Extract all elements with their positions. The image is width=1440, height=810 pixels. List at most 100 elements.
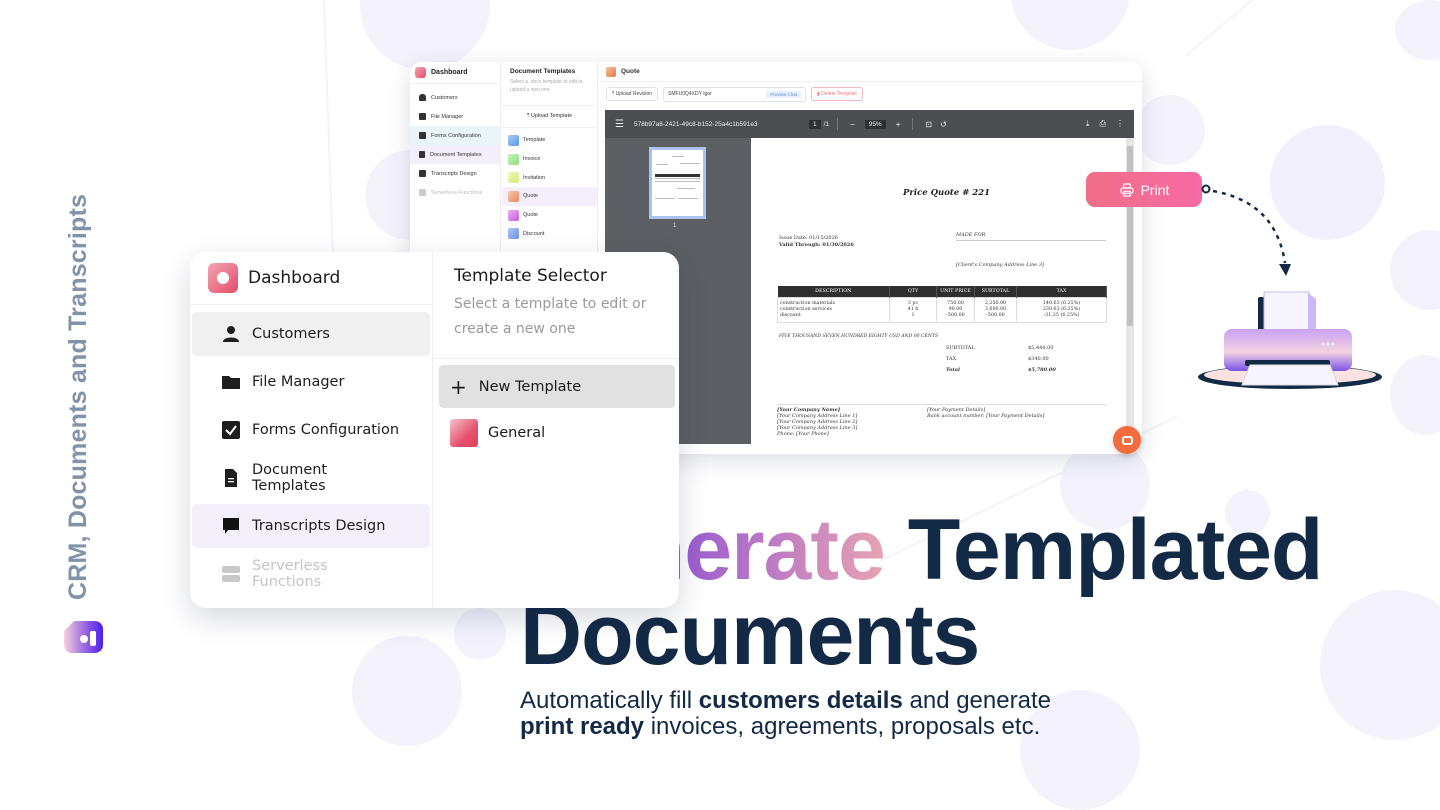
rotate-icon[interactable]: ↺	[940, 120, 947, 129]
plus-icon: +	[450, 374, 467, 399]
template-selector-subtitle: Select a template to edit or create a ne…	[454, 296, 647, 337]
quote-dates: Issue Date: 01/15/2026 Valid Through: 01…	[779, 235, 854, 248]
template-list-item-selected[interactable]: Quote	[502, 187, 597, 206]
sidebar-item-document-templates[interactable]: Document Templates	[192, 456, 430, 500]
bg-circle	[1395, 0, 1440, 60]
user-icon	[419, 94, 426, 101]
back-sidebar-item-transcripts-design[interactable]: Transcripts Design	[410, 164, 500, 183]
checkbox-icon	[419, 132, 426, 139]
template-swatch	[508, 134, 519, 146]
bg-circle	[352, 636, 462, 746]
template-list-item[interactable]: Template	[502, 131, 597, 150]
dashboard-header[interactable]: Dashboard	[190, 252, 432, 305]
pdf-toolbar: ☰ 578b97a8-2421-49c8-b152-25a4c1b591e3 1…	[605, 110, 1134, 138]
table-row: construction materials construction servi…	[777, 297, 1107, 323]
template-swatch	[450, 419, 478, 447]
dashboard-logo-icon	[208, 263, 238, 293]
sidebar-item-file-manager[interactable]: File Manager	[192, 360, 430, 404]
bg-line	[323, 0, 335, 260]
bg-circle	[1010, 0, 1130, 50]
chat-bubble-icon	[1121, 435, 1133, 445]
back-dashboard-header[interactable]: Dashboard	[410, 62, 500, 84]
zoom-in-icon[interactable]: +	[896, 120, 901, 129]
page-number-input[interactable]: 1	[808, 119, 821, 129]
summary-row: SUBTOTAL $5,440.00	[946, 345, 1054, 351]
back-sidebar-item-forms-configuration[interactable]: Forms Configuration	[410, 126, 500, 145]
back-sidebar-item-customers[interactable]: Customers	[410, 88, 500, 107]
divider	[837, 118, 839, 130]
server-icon	[419, 189, 426, 196]
folder-icon	[419, 113, 426, 120]
template-selector-card: Dashboard Customers File Manager Forms C…	[190, 252, 679, 608]
print-icon[interactable]: ⎙	[1100, 119, 1106, 129]
editor-header: Quote	[599, 62, 1142, 82]
template-list-item[interactable]: General	[434, 408, 679, 458]
menu-icon[interactable]: ☰	[615, 119, 624, 130]
upload-revision-button[interactable]: ⤒ Upload Revision	[606, 87, 659, 101]
bg-line	[1185, 0, 1332, 57]
summary-row-total: Total $5,780.00	[946, 367, 1056, 373]
pdf-viewer: ☰ 578b97a8-2421-49c8-b152-25a4c1b591e3 1…	[605, 110, 1134, 444]
template-editor: Quote ⤒ Upload Revision SMFU0Q4XDY Igor …	[599, 62, 1142, 454]
server-icon	[222, 566, 240, 582]
sidebar-item-transcripts-design[interactable]: Transcripts Design	[192, 504, 430, 548]
template-swatch	[508, 228, 519, 240]
headline-word: Templated	[907, 502, 1324, 598]
template-swatch	[508, 190, 519, 202]
checkbox-icon	[222, 421, 240, 439]
dashboard-logo-icon	[415, 67, 426, 78]
bg-circle	[454, 608, 506, 660]
page-thumbnail[interactable]	[649, 147, 706, 219]
thumbnail-page-number: 1	[673, 223, 677, 229]
quote-title: Price Quote # 221	[903, 188, 991, 198]
bg-circle	[1320, 590, 1440, 740]
back-app-title: Dashboard	[431, 69, 468, 76]
template-list-item[interactable]: Quote	[502, 206, 597, 225]
folder-icon	[222, 376, 240, 389]
summary-row: TAX $340.00	[946, 356, 1049, 362]
side-tagline: CRM, Documents and Transcripts	[64, 193, 92, 600]
download-icon[interactable]: ⤓	[1086, 119, 1090, 129]
quote-footer: [Your Company Name] [Your Company Addres…	[777, 404, 1107, 437]
template-list-item[interactable]: Discount	[502, 224, 597, 243]
template-list-item[interactable]: Invoice	[502, 150, 597, 169]
template-swatch	[606, 66, 616, 77]
pdf-filename: 578b97a8-2421-49c8-b152-25a4c1b591e3	[633, 120, 758, 128]
printer-illustration	[1198, 291, 1382, 389]
client-address: [Client's Company Address Line 3]	[956, 262, 1044, 268]
bg-circle	[360, 0, 490, 70]
document-icon	[419, 151, 425, 158]
user-icon	[223, 326, 239, 342]
more-options-icon[interactable]: ⋮	[1116, 119, 1124, 129]
template-list-item[interactable]: Invitation	[502, 168, 597, 187]
upload-template-button[interactable]: ⤒ Upload Template	[502, 106, 597, 128]
bg-circle	[1135, 95, 1205, 165]
editor-toolbar: ⤒ Upload Revision SMFU0Q4XDY Igor Previe…	[599, 82, 1142, 106]
sidebar-item-customers[interactable]: Customers	[192, 312, 430, 356]
front-sidebar: Dashboard Customers File Manager Forms C…	[190, 252, 433, 608]
template-selector-title: Template Selector	[454, 266, 607, 286]
sidebar-item-serverless-functions[interactable]: Serverless Functions	[192, 552, 430, 596]
zoom-level-input[interactable]: 95%	[864, 119, 886, 129]
back-sidebar-item-file-manager[interactable]: File Manager	[410, 107, 500, 126]
new-template-button[interactable]: + New Template	[439, 365, 675, 408]
preview-chat-button[interactable]: Preview Chat	[766, 90, 802, 98]
print-button[interactable]: Print	[1086, 172, 1202, 207]
delete-template-button[interactable]: ▮ Delete Template	[811, 87, 864, 101]
editor-title: Quote	[621, 68, 640, 75]
template-swatch	[508, 209, 519, 221]
sidebar-item-forms-configuration[interactable]: Forms Configuration	[192, 408, 430, 452]
chat-widget-button[interactable]	[1113, 426, 1141, 454]
preview-chat-field[interactable]: SMFU0Q4XDY Igor Preview Chat	[663, 86, 807, 102]
made-for-label: MADE FOR	[956, 232, 1106, 241]
back-sidebar-item-document-templates[interactable]: Document Templates	[410, 145, 500, 164]
subheadline: Automatically fill customers details and…	[520, 687, 1051, 740]
zoom-out-icon[interactable]: −	[850, 120, 855, 129]
amount-in-words: FIVE THOUSAND SEVEN HUNDRED EIGHTY USD A…	[779, 334, 939, 339]
back-sidebar-item-serverless-functions[interactable]: Serverless Functions	[410, 183, 500, 202]
pdf-page: Price Quote # 221 Issue Date: 01/15/2026…	[751, 138, 1126, 444]
template-swatch	[508, 172, 519, 184]
templates-panel-subtitle: Select a .docx template to edit or uploa…	[510, 79, 583, 93]
fit-page-icon[interactable]: ⊡	[925, 120, 932, 129]
bg-circle	[1390, 355, 1440, 435]
